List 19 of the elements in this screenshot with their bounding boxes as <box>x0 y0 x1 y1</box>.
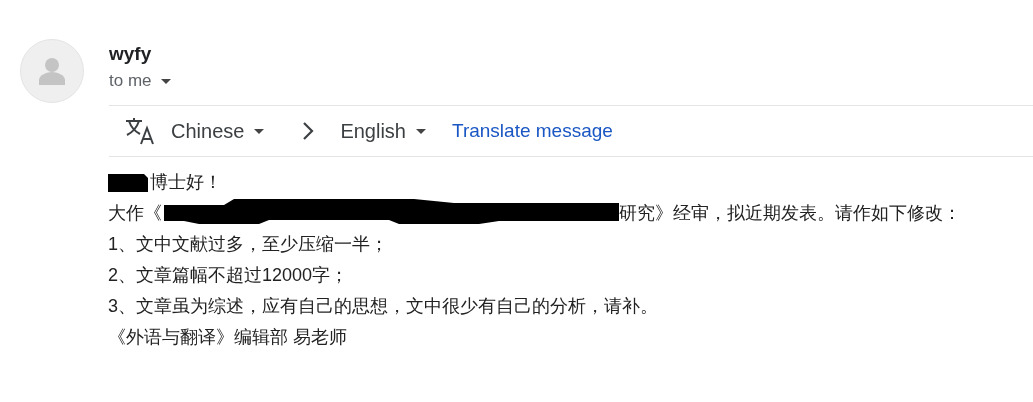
recipient-dropdown[interactable]: to me <box>109 71 171 91</box>
target-language-dropdown[interactable]: English <box>340 119 426 143</box>
message-text: 《外语与翻译》编辑部 易老师 <box>108 326 347 349</box>
caret-icon <box>416 128 426 134</box>
chevron-right-icon <box>302 121 315 141</box>
message-text: 大作《 <box>108 202 162 225</box>
source-language-dropdown[interactable]: Chinese <box>171 119 265 143</box>
caret-icon <box>254 128 265 134</box>
message-text: 1、文中文献过多，至少压缩一半； <box>108 233 388 256</box>
message-text: 3、文章虽为综述，应有自己的思想，文中很少有自己的分析，请补。 <box>108 295 658 318</box>
translate-icon <box>125 117 155 145</box>
sender-name: wyfy <box>109 43 152 65</box>
caret-icon <box>160 78 171 84</box>
message-text: 博士好！ <box>150 171 222 194</box>
message-text: 研究》经审，拟近期发表。请作如下修改： <box>619 202 961 225</box>
message-text: 2、文章篇幅不超过12000字； <box>108 264 349 287</box>
person-icon <box>39 57 65 85</box>
translate-message-link[interactable]: Translate message <box>452 120 613 142</box>
redaction-mark <box>108 171 150 194</box>
